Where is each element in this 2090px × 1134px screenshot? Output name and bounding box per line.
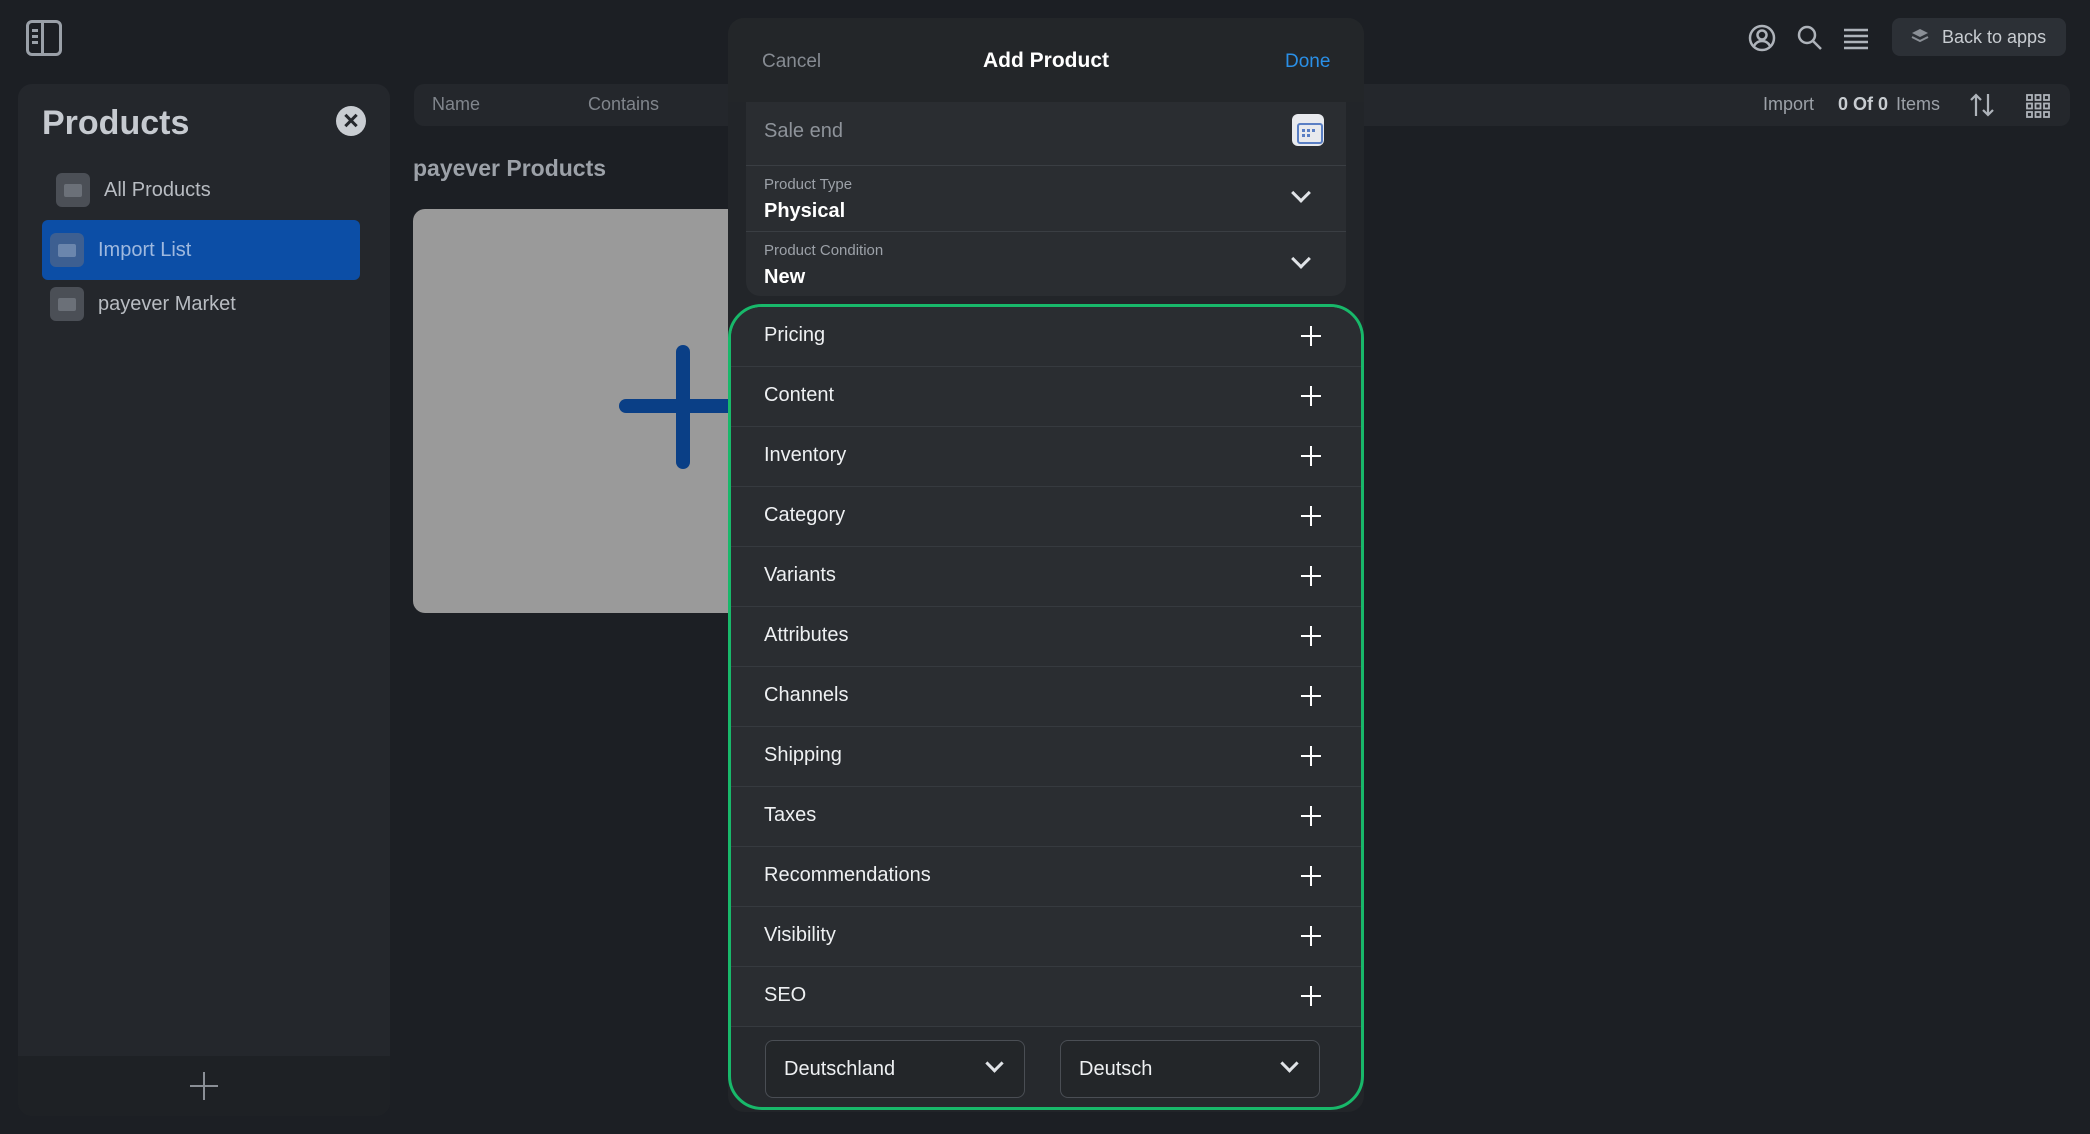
done-button[interactable]: Done (1285, 51, 1330, 73)
apps-stack-icon (1911, 29, 1929, 43)
chevron-down-icon (1291, 183, 1311, 203)
language-select-value: Deutsch (1079, 1058, 1153, 1080)
section-label: Pricing (764, 324, 826, 346)
folder-icon (56, 173, 90, 207)
section-label: Content (764, 384, 835, 406)
sidebar-item-import-list[interactable]: Import List (42, 220, 360, 280)
sidebar: Products All Products Import List payeve… (18, 84, 390, 1116)
sale-end-placeholder: Sale end (764, 120, 843, 142)
country-select[interactable]: Deutschland (765, 1040, 1025, 1098)
add-product-modal: Cancel Add Product Done Sale end Product… (728, 18, 1364, 1112)
language-select[interactable]: Deutsch (1060, 1040, 1320, 1098)
product-condition-select[interactable]: Product Condition New (746, 232, 1346, 296)
expand-plus-icon[interactable] (1301, 926, 1321, 946)
section-label: Recommendations (764, 864, 931, 886)
country-select-value: Deutschland (784, 1058, 896, 1080)
sidebar-item-payever-market[interactable]: payever Market (42, 274, 360, 334)
product-type-select[interactable]: Product Type Physical (746, 166, 1346, 232)
filter-column-name[interactable]: Name (432, 94, 480, 115)
section-label: Attributes (764, 624, 849, 646)
product-type-value: Physical (764, 200, 846, 222)
product-condition-value: New (764, 266, 806, 288)
section-pricing[interactable]: Pricing (731, 307, 1361, 367)
section-attributes[interactable]: Attributes (731, 607, 1361, 667)
sort-icon[interactable] (1968, 92, 1996, 118)
sidebar-item-label: Import List (98, 238, 192, 261)
section-label: Variants (764, 564, 836, 586)
expand-plus-icon[interactable] (1301, 446, 1321, 466)
section-label: Taxes (764, 804, 817, 826)
menu-icon[interactable] (1840, 22, 1872, 54)
add-folder-icon[interactable] (190, 1072, 218, 1100)
section-shipping[interactable]: Shipping (731, 727, 1361, 787)
chevron-down-icon (985, 1054, 1004, 1073)
folder-icon (50, 233, 84, 267)
section-label: Inventory (764, 444, 847, 466)
expand-plus-icon[interactable] (1301, 386, 1321, 406)
modal-header: Cancel Add Product Done (728, 18, 1364, 102)
grid-view-icon[interactable] (2026, 94, 2050, 118)
search-icon[interactable] (1794, 22, 1826, 54)
sidebar-footer (18, 1056, 390, 1116)
back-to-apps-button[interactable]: Back to apps (1892, 18, 2066, 56)
sections-panel: Pricing Content Inventory Category Varia… (728, 304, 1364, 1110)
expand-plus-icon[interactable] (1301, 626, 1321, 646)
section-category[interactable]: Category (731, 487, 1361, 547)
section-label: Visibility (764, 924, 836, 946)
sidebar-toggle-icon[interactable] (26, 20, 62, 56)
section-recommendations[interactable]: Recommendations (731, 847, 1361, 907)
section-taxes[interactable]: Taxes (731, 787, 1361, 847)
chevron-down-icon (1280, 1054, 1299, 1073)
account-icon[interactable] (1746, 22, 1778, 54)
sidebar-item-label: All Products (104, 178, 211, 201)
product-details-card: Sale end Product Type Physical Product C… (746, 102, 1346, 296)
expand-plus-icon[interactable] (1301, 866, 1321, 886)
section-title: payever Products (413, 155, 607, 181)
modal-title: Add Product (983, 49, 1109, 72)
section-label: Shipping (764, 744, 842, 766)
section-label: Channels (764, 684, 849, 706)
section-channels[interactable]: Channels (731, 667, 1361, 727)
product-condition-label: Product Condition (764, 242, 884, 259)
section-label: SEO (764, 984, 807, 1006)
calendar-icon[interactable] (1292, 114, 1324, 146)
expand-plus-icon[interactable] (1301, 986, 1321, 1006)
section-seo[interactable]: SEO (731, 967, 1361, 1027)
expand-plus-icon[interactable] (1301, 746, 1321, 766)
section-content[interactable]: Content (731, 367, 1361, 427)
import-button[interactable]: Import (1763, 94, 1814, 115)
section-inventory[interactable]: Inventory (731, 427, 1361, 487)
items-count: 0 Of 0 (1838, 94, 1889, 114)
expand-plus-icon[interactable] (1301, 506, 1321, 526)
chevron-down-icon (1291, 249, 1311, 269)
product-type-label: Product Type (764, 176, 853, 193)
folder-icon (50, 287, 84, 321)
sidebar-item-label: payever Market (98, 292, 236, 315)
sidebar-title: Products (42, 104, 190, 142)
expand-plus-icon[interactable] (1301, 566, 1321, 586)
items-label: Items (1896, 94, 1941, 114)
section-visibility[interactable]: Visibility (731, 907, 1361, 967)
sale-end-field[interactable]: Sale end (746, 102, 1346, 166)
close-sidebar-icon[interactable] (336, 106, 366, 136)
section-label: Category (764, 504, 846, 526)
back-to-apps-label: Back to apps (1942, 26, 2047, 47)
expand-plus-icon[interactable] (1301, 326, 1321, 346)
sidebar-item-all-products[interactable]: All Products (42, 160, 360, 220)
filter-condition[interactable]: Contains (588, 94, 659, 115)
expand-plus-icon[interactable] (1301, 686, 1321, 706)
section-variants[interactable]: Variants (731, 547, 1361, 607)
expand-plus-icon[interactable] (1301, 806, 1321, 826)
